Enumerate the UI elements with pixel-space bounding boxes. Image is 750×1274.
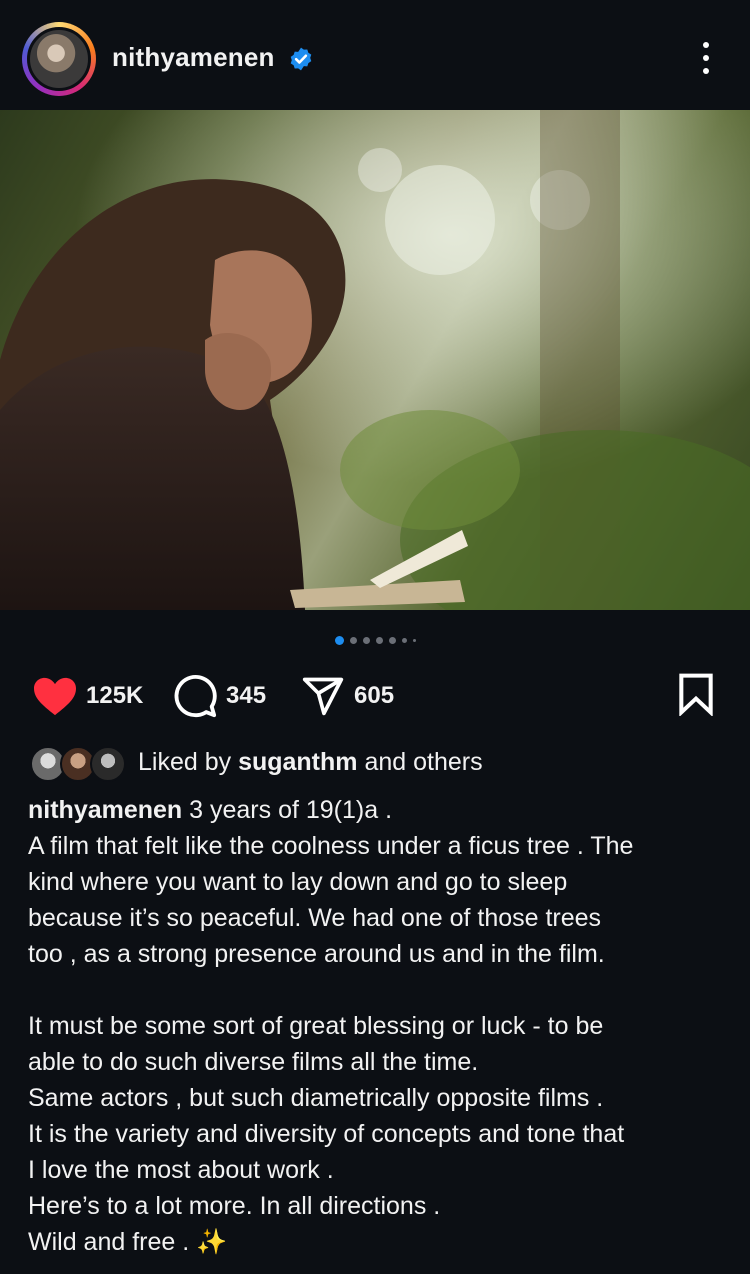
caption-paragraph-break bbox=[28, 972, 728, 1008]
caption-line: A film that felt like the coolness under… bbox=[28, 832, 634, 860]
caption-username[interactable]: nithyamenen bbox=[28, 796, 182, 824]
share-button[interactable]: 605 bbox=[300, 668, 394, 724]
liker-avatar bbox=[90, 746, 126, 782]
avatar[interactable] bbox=[27, 27, 91, 91]
caption-line: Same actors , but such diametrically opp… bbox=[28, 1084, 604, 1112]
caption-line: Wild and free . ✨ bbox=[28, 1228, 228, 1256]
carousel-dot bbox=[401, 638, 407, 644]
caption-line: It must be some sort of great blessing o… bbox=[28, 1012, 604, 1040]
liked-by-text: Liked by suganthm and others bbox=[138, 748, 483, 777]
liked-by-suffix[interactable]: and others bbox=[358, 748, 482, 776]
more-options-icon[interactable] bbox=[694, 42, 718, 78]
caption-line: too , as a strong presence around us and… bbox=[28, 940, 605, 968]
story-ring[interactable] bbox=[22, 22, 96, 96]
caption-line: I love the most about work . bbox=[28, 1156, 334, 1184]
caption-line: It is the variety and diversity of conce… bbox=[28, 1120, 625, 1148]
caption-text: 3 years of 19(1)a . bbox=[182, 796, 393, 824]
action-bar: 125K 345 605 bbox=[0, 668, 750, 724]
verified-badge-icon bbox=[290, 47, 312, 71]
post-caption: nithyamenen 3 years of 19(1)a . A film t… bbox=[28, 792, 728, 1260]
liker-avatars bbox=[30, 746, 126, 782]
comment-button[interactable]: 345 bbox=[172, 668, 266, 724]
carousel-dot bbox=[375, 637, 383, 645]
like-count[interactable]: 125K bbox=[86, 682, 143, 710]
carousel-dot bbox=[362, 637, 370, 645]
caption-line: because it’s so peaceful. We had one of … bbox=[28, 904, 602, 932]
send-icon bbox=[302, 677, 344, 716]
post-image[interactable] bbox=[0, 110, 750, 610]
carousel-dot bbox=[412, 639, 416, 643]
bookmark-icon[interactable] bbox=[676, 672, 716, 716]
like-button[interactable]: 125K bbox=[32, 668, 143, 724]
comment-icon bbox=[174, 675, 217, 718]
heart-icon bbox=[34, 677, 76, 716]
liked-by-user[interactable]: suganthm bbox=[238, 748, 357, 776]
liked-by-prefix: Liked by bbox=[138, 748, 239, 776]
caption-line: kind where you want to lay down and go t… bbox=[28, 868, 568, 896]
comment-count[interactable]: 345 bbox=[226, 682, 266, 710]
carousel-dot bbox=[388, 637, 396, 645]
post-header: nithyamenen bbox=[0, 0, 750, 110]
carousel-dot bbox=[349, 637, 357, 645]
share-count[interactable]: 605 bbox=[354, 682, 394, 710]
post-photo-illustration bbox=[0, 110, 750, 610]
username[interactable]: nithyamenen bbox=[112, 42, 275, 73]
caption-line: Here’s to a lot more. In all directions … bbox=[28, 1192, 441, 1220]
carousel-dot-active bbox=[334, 636, 344, 646]
carousel-indicator bbox=[0, 632, 750, 646]
liked-by-row[interactable]: Liked by suganthm and others bbox=[30, 742, 730, 782]
caption-first-line: nithyamenen 3 years of 19(1)a . bbox=[28, 792, 728, 828]
caption-line: able to do such diverse films all the ti… bbox=[28, 1048, 479, 1076]
